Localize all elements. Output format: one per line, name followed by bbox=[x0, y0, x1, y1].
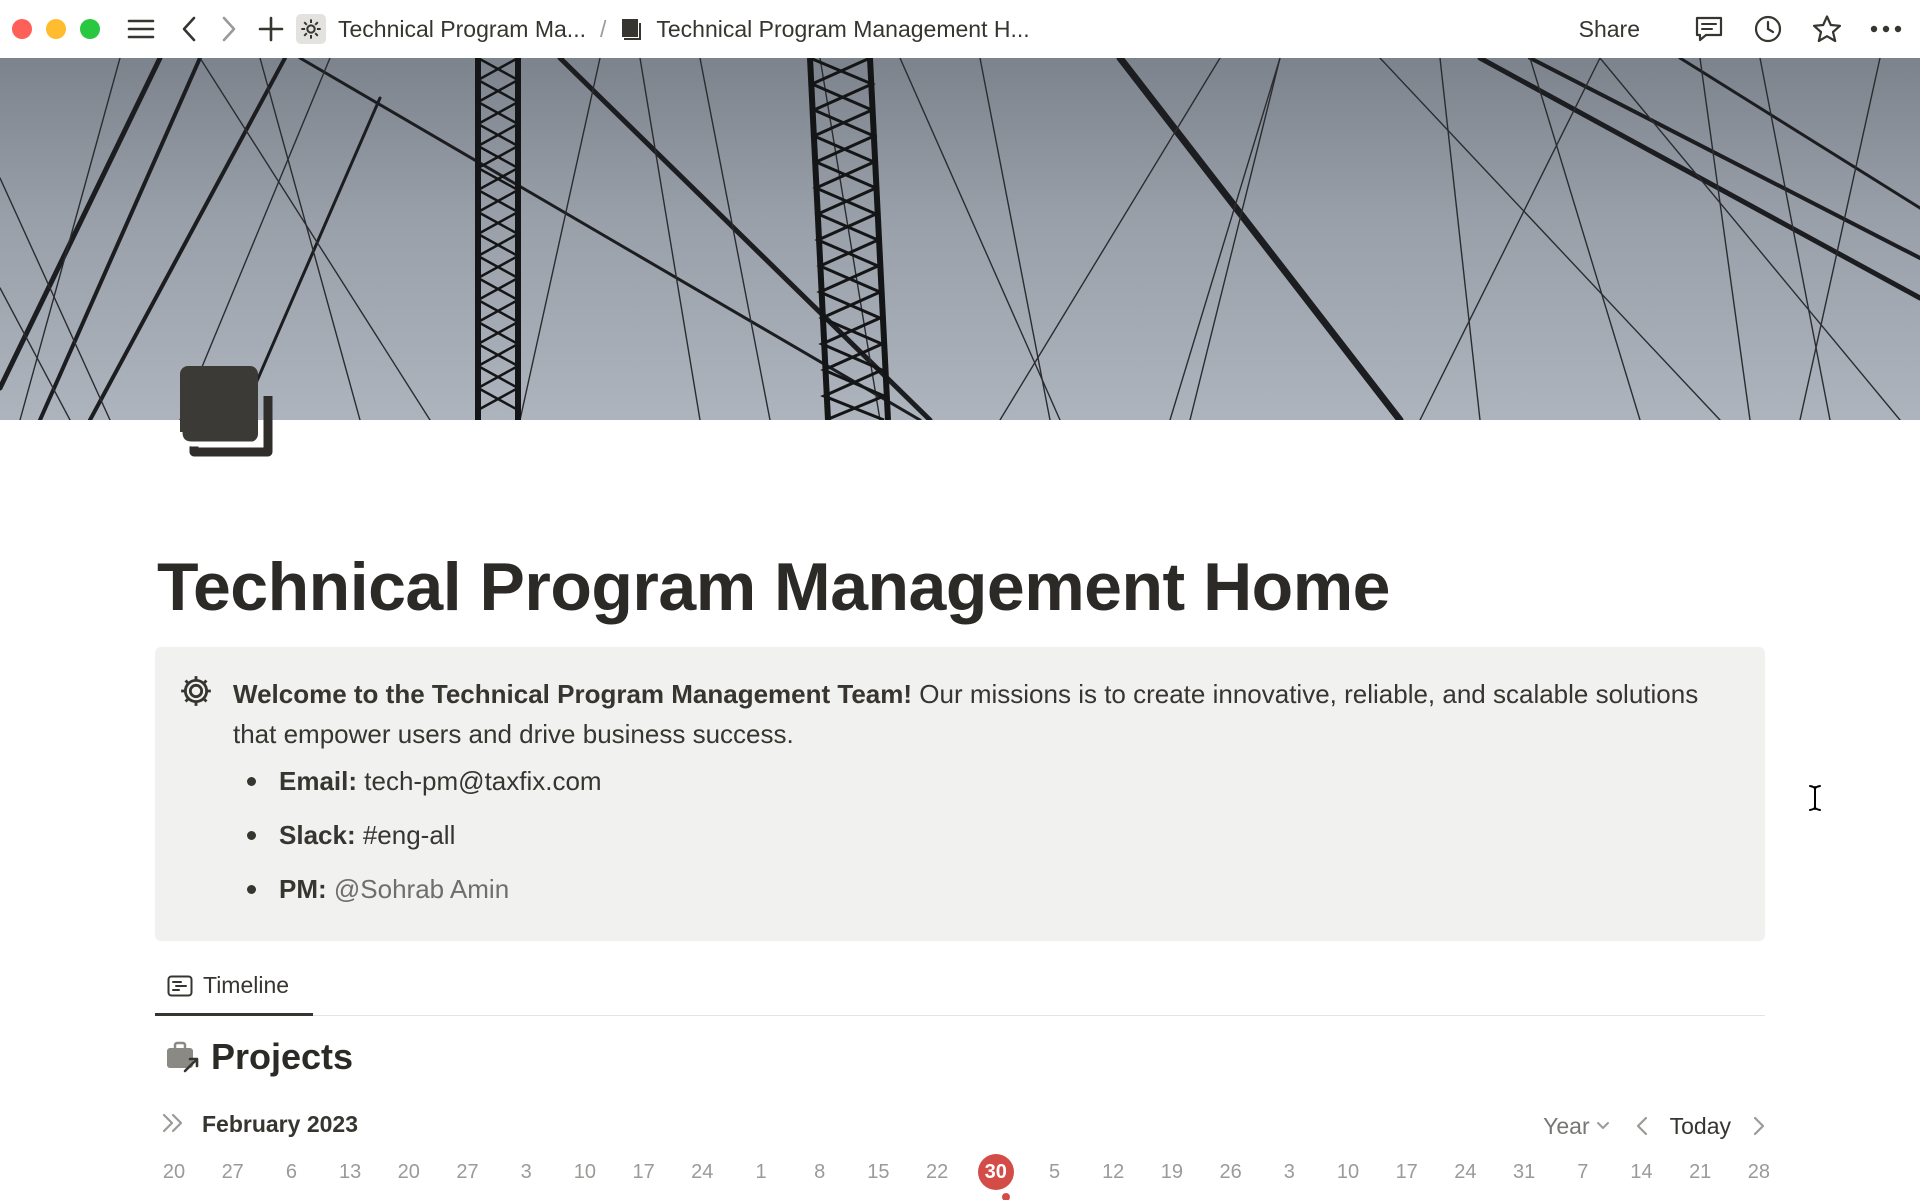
timeline-date: 17 bbox=[1395, 1161, 1418, 1183]
timeline-date: 10 bbox=[573, 1161, 597, 1183]
timeline-date: 5 bbox=[1048, 1161, 1061, 1183]
timeline-date: 27 bbox=[456, 1161, 479, 1183]
history-clock-icon[interactable] bbox=[1748, 9, 1788, 49]
timeline-date: 24 bbox=[1454, 1161, 1477, 1183]
more-icon[interactable] bbox=[1866, 9, 1906, 49]
top-bar: Technical Program Ma... / Technical Prog… bbox=[0, 0, 1920, 58]
zoom-window-button[interactable] bbox=[80, 19, 100, 39]
timeline-date: 1 bbox=[755, 1161, 767, 1183]
timeline-date: 10 bbox=[1336, 1161, 1360, 1183]
list-item-pm[interactable]: PM: @Sohrab Amin bbox=[233, 869, 602, 923]
pm-label: PM: bbox=[279, 874, 327, 904]
back-arrow-icon[interactable] bbox=[170, 10, 208, 48]
gear-icon bbox=[296, 14, 326, 44]
timeline-date-row: 20 27 6 13 20 27 3 10 17 24 1 8 15 22 30 5 12 19 26 3 10 17 24… bbox=[0, 1152, 1920, 1192]
timeline-date: 31 bbox=[1512, 1161, 1536, 1183]
pm-mention[interactable]: @Sohrab Amin bbox=[327, 874, 509, 904]
topbar-actions: Share bbox=[1579, 0, 1906, 58]
breadcrumb-current[interactable]: Technical Program Management H... bbox=[620, 15, 1030, 43]
briefcase-icon bbox=[165, 1040, 201, 1074]
bullet bbox=[247, 831, 256, 840]
timeline-date: 28 bbox=[1747, 1161, 1771, 1183]
today-marker bbox=[1002, 1193, 1010, 1200]
welcome-callout[interactable]: Welcome to the Technical Program Managem… bbox=[155, 647, 1765, 941]
tab-timeline-label: Timeline bbox=[203, 972, 290, 998]
breadcrumb-separator: / bbox=[599, 15, 607, 42]
bullet bbox=[247, 885, 256, 894]
double-chevron-right-icon[interactable] bbox=[160, 1112, 186, 1139]
timeline-nav: Year Today bbox=[1543, 1108, 1765, 1144]
timeline-date: 3 bbox=[1283, 1161, 1295, 1183]
timeline-controls: February 2023 Year Today bbox=[160, 1108, 1765, 1144]
book-icon bbox=[620, 17, 642, 41]
gear-icon bbox=[179, 674, 213, 713]
timeline-date: 20 bbox=[397, 1161, 420, 1183]
timeline-date: 14 bbox=[1630, 1161, 1653, 1183]
window-controls bbox=[12, 19, 114, 39]
callout-text: Welcome to the Technical Program Managem… bbox=[233, 674, 1733, 754]
sidebar-toggle-icon[interactable] bbox=[122, 10, 160, 48]
breadcrumb-parent-label: Technical Program Ma... bbox=[338, 15, 586, 42]
timeline-today-date: 30 bbox=[977, 1154, 1014, 1190]
page-title[interactable]: Technical Program Management Home bbox=[157, 548, 1391, 626]
timeline-date: 6 bbox=[285, 1161, 297, 1183]
list-item-email[interactable]: Email: tech-pm@taxfix.com bbox=[233, 761, 602, 815]
timeline-date: 15 bbox=[867, 1161, 890, 1183]
timeline-date: 17 bbox=[632, 1161, 655, 1183]
slack-label: Slack: bbox=[279, 820, 356, 850]
timeline-date: 8 bbox=[814, 1161, 826, 1183]
timeline-date: 12 bbox=[1102, 1161, 1125, 1183]
chevron-down-icon bbox=[1596, 1122, 1609, 1130]
breadcrumb-parent[interactable]: Technical Program Ma... bbox=[296, 14, 586, 44]
view-tabs: Timeline bbox=[155, 958, 1765, 1016]
tab-timeline[interactable]: Timeline bbox=[155, 958, 313, 1016]
email-label: Email: bbox=[279, 766, 358, 796]
timeline-scale-select[interactable]: Year bbox=[1543, 1113, 1609, 1140]
share-button[interactable]: Share bbox=[1579, 16, 1640, 43]
timeline-date: 27 bbox=[221, 1161, 244, 1183]
breadcrumb-current-label: Technical Program Management H... bbox=[656, 15, 1030, 42]
timeline-icon bbox=[167, 975, 193, 997]
star-icon[interactable] bbox=[1807, 9, 1847, 49]
new-page-plus-icon[interactable] bbox=[252, 10, 290, 48]
forward-arrow-icon[interactable] bbox=[210, 10, 248, 48]
comment-icon[interactable] bbox=[1689, 9, 1729, 49]
timeline-month-label: February 2023 bbox=[202, 1111, 358, 1137]
bullet bbox=[247, 777, 256, 786]
list-item-slack[interactable]: Slack: #eng-all bbox=[233, 815, 602, 869]
today-button[interactable]: Today bbox=[1670, 1113, 1731, 1140]
chevron-right-icon[interactable] bbox=[1753, 1116, 1765, 1136]
timeline-date: 13 bbox=[338, 1161, 362, 1183]
timeline-date: 21 bbox=[1689, 1161, 1712, 1183]
page-book-icon[interactable] bbox=[177, 362, 274, 466]
timeline-date: 20 bbox=[162, 1161, 186, 1183]
slack-value: #eng-all bbox=[355, 820, 456, 850]
timeline-date: 19 bbox=[1160, 1161, 1184, 1183]
contact-list: Email: tech-pm@taxfix.com Slack: #eng-al… bbox=[233, 761, 602, 923]
timeline-scale-label: Year bbox=[1543, 1112, 1590, 1139]
cover-image bbox=[0, 58, 1920, 420]
close-window-button[interactable] bbox=[12, 19, 32, 39]
projects-title: Projects bbox=[211, 1036, 354, 1077]
chevron-left-icon[interactable] bbox=[1636, 1116, 1648, 1136]
timeline-date: 26 bbox=[1219, 1161, 1242, 1183]
text-cursor-icon bbox=[1808, 784, 1822, 817]
timeline-date: 24 bbox=[691, 1161, 714, 1183]
email-value: tech-pm@taxfix.com bbox=[357, 766, 602, 796]
timeline-date: 7 bbox=[1577, 1161, 1589, 1183]
timeline-date: 22 bbox=[925, 1161, 949, 1183]
projects-header[interactable]: Projects bbox=[165, 1036, 353, 1078]
minimize-window-button[interactable] bbox=[46, 19, 66, 39]
timeline-date: 3 bbox=[520, 1161, 532, 1183]
notion-window: Technical Program Ma... / Technical Prog… bbox=[0, 0, 1920, 1200]
callout-heading: Welcome to the Technical Program Managem… bbox=[233, 679, 913, 709]
